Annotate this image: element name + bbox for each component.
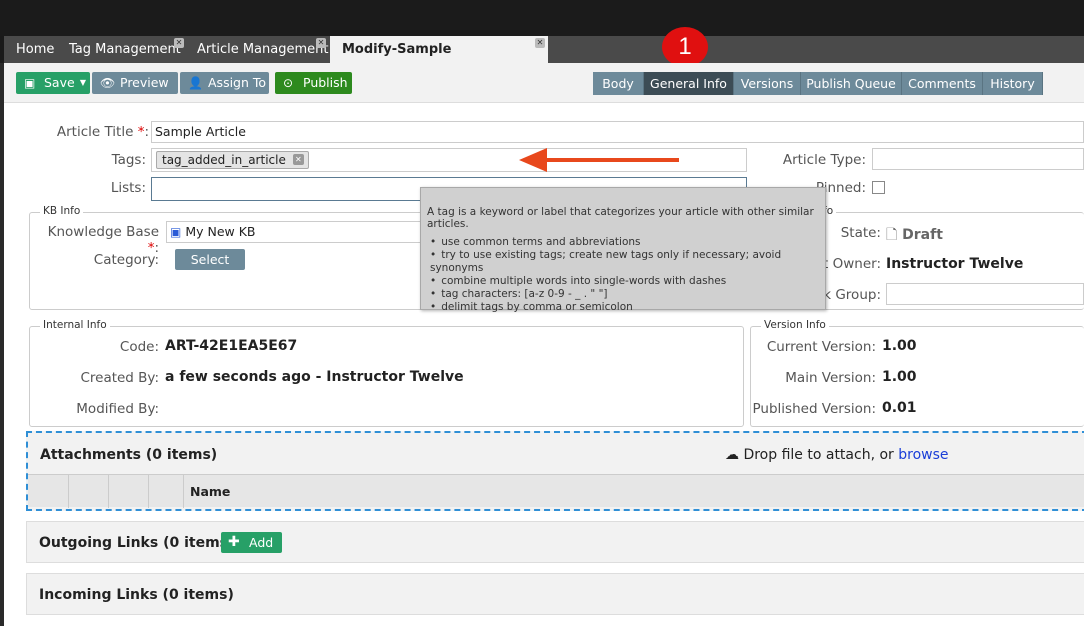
column-divider [148,475,149,508]
select-category-button[interactable]: Select [175,249,245,270]
column-divider [68,475,69,508]
tab-body[interactable]: Body [593,72,644,95]
lists-label: Lists: [110,180,146,196]
incoming-links-title: Incoming Links (0 items) [39,587,234,603]
arrow-annotation [519,148,679,172]
modified-by-label: Modified By: [76,401,159,417]
tags-help-tooltip: A tag is a keyword or label that categor… [420,187,826,313]
tags-label: Tags: [111,152,146,168]
article-title-input[interactable]: Sample Article [151,121,1084,143]
current-version-value: 1.00 [882,338,917,354]
article-type-label: Article Type: [782,152,866,168]
add-link-button[interactable]: ✚ Add [221,532,282,553]
remove-tag-icon[interactable]: ✕ [292,154,304,165]
tooltip-item: try to use existing tags; create new tag… [430,249,819,275]
tab-publish-queue[interactable]: Publish Queue [801,72,902,95]
clock-icon: ⊙ [283,76,294,90]
main-version-label: Main Version: [785,370,876,386]
work-group-input[interactable] [886,283,1084,305]
tab-general-info[interactable]: General Info [644,72,734,95]
preview-button[interactable]: 👁 Preview [92,72,178,94]
published-version-label: Published Version: [752,401,876,417]
step-badge: 1 [662,27,708,67]
outgoing-links-title: Outgoing Links (0 items) [39,535,235,551]
tab-comments[interactable]: Comments [902,72,983,95]
article-title-label: Article Title *: [56,124,149,140]
tab-history[interactable]: History [983,72,1043,95]
tooltip-item: delimit tags by comma or semicolon [430,301,819,314]
top-bar [0,0,1084,36]
tooltip-item: use common terms and abbreviations [430,236,819,249]
close-icon[interactable]: ✕ [316,38,326,48]
kb-info-legend: KB Info [40,205,84,217]
owner-value: Instructor Twelve [886,256,1024,272]
tab-bar: Home Tag Management ✕ Article Management ✕… [4,36,1084,84]
tab-home[interactable]: Home [4,36,60,63]
version-info-legend: Version Info [761,319,829,331]
outgoing-links-section: Outgoing Links (0 items) ✚ Add [26,521,1084,563]
tab-modify-article[interactable]: Modify-Sample Article(v1.00)✕ [330,36,548,84]
attachments-dropzone[interactable]: Attachments (0 items) ☁ Drop file to att… [26,431,1084,511]
toolbar: ▣ Save ▼ 👁 Preview 👤 Assign To ⊙ Publish Body… [4,63,1084,103]
column-divider [108,475,109,508]
tooltip-item: combine multiple words into single-words… [430,275,819,288]
published-version-value: 0.01 [882,400,917,416]
drop-hint: ☁ Drop file to attach, or browse [725,447,949,463]
tab-tag-management[interactable]: Tag Management ✕ [57,36,187,63]
attachments-title: Attachments (0 items) [40,447,218,463]
column-name-header[interactable]: Name [190,484,230,499]
browse-link[interactable]: browse [898,447,948,463]
pinned-checkbox[interactable] [872,181,885,194]
created-by-label: Created By: [80,370,159,386]
tab-versions[interactable]: Versions [734,72,801,95]
kb-icon: ▣ [170,225,182,239]
state-value: 🗋 Draft [886,227,943,243]
knowledge-base-select[interactable]: ▣ My New KB [166,221,424,243]
code-label: Code: [119,339,159,355]
close-icon[interactable]: ✕ [535,38,545,48]
category-label: Category: [93,252,159,268]
tooltip-heading: A tag is a keyword or label that categor… [427,206,814,230]
publish-button[interactable]: ⊙ Publish [275,72,352,94]
column-divider [183,475,184,508]
article-editor: ▣ Save ▼ 👁 Preview 👤 Assign To ⊙ Publish Body… [4,63,1084,626]
assign-to-button[interactable]: 👤 Assign To [180,72,269,94]
main-version-value: 1.00 [882,369,917,385]
internal-info-legend: Internal Info [40,319,110,331]
code-value: ART-42E1EA5E67 [165,338,298,354]
tooltip-item: tag characters: [a-z 0-9 - _ . " "] [430,288,819,301]
plus-icon: ✚ [228,534,240,550]
tab-article-management[interactable]: Article Management ✕ [185,36,330,63]
save-icon: ▣ [24,76,36,90]
incoming-links-section: Incoming Links (0 items) [26,573,1084,615]
tag-chip: tag_added_in_article ✕ [156,151,309,169]
current-version-label: Current Version: [766,339,876,355]
eye-icon: 👁 [100,76,116,90]
document-icon: 🗋 [886,227,898,243]
user-icon: 👤 [188,76,203,90]
created-by-value: a few seconds ago - Instructor Twelve [165,369,464,385]
caret-down-icon: ▼ [79,78,86,87]
cloud-upload-icon: ☁ [725,447,739,463]
attachments-table-header: Name [28,474,1084,508]
article-type-select[interactable] [872,148,1084,170]
close-icon[interactable]: ✕ [174,38,184,48]
save-button[interactable]: ▣ Save ▼ [16,72,90,94]
